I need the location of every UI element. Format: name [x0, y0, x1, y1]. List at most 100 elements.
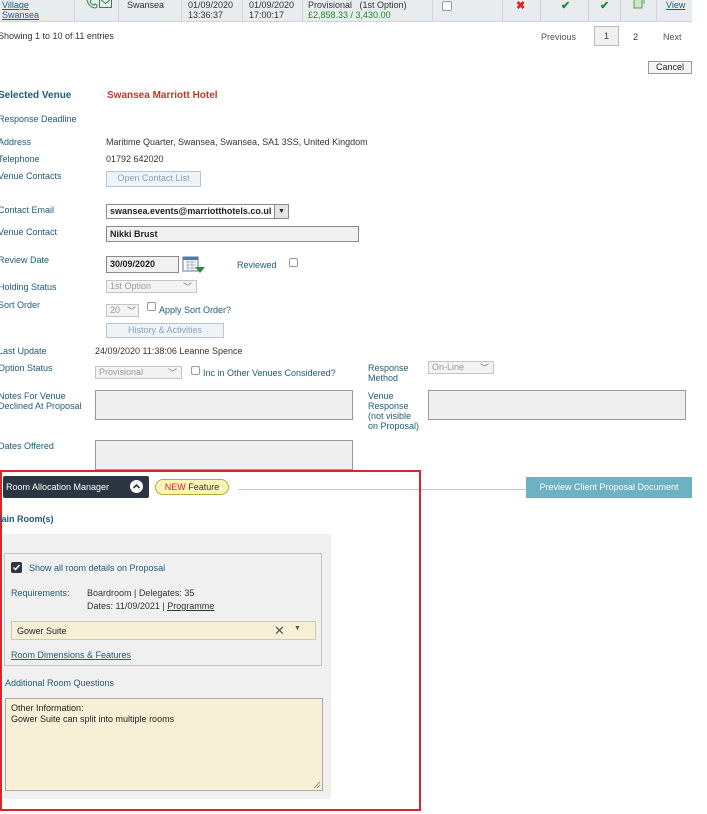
option-text: (1st Option) [359, 0, 407, 10]
response-method-label-line1: Response [368, 363, 409, 373]
venue-response-label-line4: on Proposal) [368, 421, 420, 431]
notes-declined-label-line1: Notes For Venue [0, 391, 66, 401]
resize-handle-icon[interactable] [313, 781, 321, 789]
dates-offered-textarea[interactable] [95, 440, 353, 470]
phone-icon[interactable] [86, 0, 98, 11]
room-allocation-manager-title: Room Allocation Manager [6, 482, 110, 492]
inc-other-checkbox[interactable] [191, 366, 200, 375]
amount-text: £2,858.33 / 3,430.00 [308, 10, 391, 20]
column-divider [656, 0, 657, 21]
holding-status-select: 1st Option ﹀ [106, 280, 197, 293]
dates-offered-label: Dates Offered [0, 441, 54, 451]
column-divider [74, 0, 75, 21]
review-date-input[interactable]: 30/09/2020 [106, 256, 179, 273]
response-method-value: On-Line [432, 362, 465, 372]
option-status-value: Provisional [99, 367, 144, 377]
reject-icon[interactable]: ✖ [516, 0, 525, 12]
preview-client-proposal-button[interactable]: Preview Client Proposal Document [526, 477, 692, 498]
column-divider [181, 0, 182, 21]
cancel-button[interactable]: Cancel [648, 61, 692, 74]
venue-name-line2: Swansea [2, 10, 40, 20]
calendar-icon[interactable] [182, 255, 206, 277]
contact-email-label: Contact Email [0, 205, 55, 215]
venue-table-row: Village Swansea Swansea 01/09/2020 13:36… [0, 0, 692, 22]
sort-order-label: Sort Order [0, 300, 41, 310]
venue-contact-label: Venue Contact [0, 227, 58, 237]
requirements-label: Requirements: [11, 588, 70, 598]
accept-icon[interactable]: ✔ [561, 0, 570, 12]
dropdown-arrow-icon[interactable]: ▼ [294, 625, 301, 632]
last-update-label: Last Update [0, 346, 47, 356]
feature-badge-text: Feature [185, 482, 220, 492]
open-contact-list-button[interactable]: Open Contact List [106, 171, 201, 187]
holding-status-value: 1st Option [110, 281, 152, 291]
pagination-previous[interactable]: Previous [541, 32, 576, 42]
column-divider [432, 0, 433, 21]
reviewed-checkbox[interactable] [289, 258, 298, 267]
room-select[interactable]: Gower Suite ✕ ▼ [11, 621, 316, 640]
notes-declined-label: Notes For Venue Declined At Proposal [0, 391, 82, 411]
venue-response-label: Venue Response (not visible on Proposal) [368, 391, 419, 431]
pagination-page-1[interactable]: 1 [594, 26, 619, 46]
review-date-label: Review Date [0, 255, 50, 265]
contact-email-select[interactable]: swansea.events@marriotthotels.co.ul ▼ [106, 204, 289, 219]
time-from: 13:36:37 [188, 10, 224, 20]
date-from: 01/09/2020 [188, 0, 234, 10]
time-to: 17:00:17 [249, 10, 285, 20]
column-divider [302, 0, 303, 21]
notes-declined-textarea[interactable] [95, 390, 353, 420]
address-value: Maritime Quarter, Swansea, Swansea, SA1 … [106, 137, 368, 147]
email-icon[interactable] [99, 0, 112, 10]
venue-response-label-line1: Venue [368, 391, 394, 401]
history-activities-button[interactable]: History & Activities [106, 323, 224, 338]
dates-line: Dates: 11/09/2021 | Programme [87, 601, 214, 611]
notes-declined-label-line2: Declined At Proposal [0, 401, 82, 411]
response-deadline-label: Response Deadline [0, 114, 77, 124]
option-status-select: Provisional ﹀ [95, 366, 182, 379]
column-divider [242, 0, 243, 21]
row-select-checkbox[interactable] [442, 1, 452, 11]
dates-text: Dates: 11/09/2021 | [87, 601, 168, 611]
venue-contacts-label: Venue Contacts [0, 171, 62, 181]
column-divider [540, 0, 541, 21]
other-info-line2: Gower Suite can split into multiple room… [11, 714, 175, 724]
venue-response-label-line3: (not visible [368, 411, 412, 421]
entries-info: Showing 1 to 10 of 11 entries [0, 31, 114, 41]
holding-status-label: Holding Status [0, 282, 57, 292]
document-icon[interactable] [633, 0, 645, 11]
additional-room-questions-label: Additional Room Questions [5, 678, 115, 688]
venue-contact-input[interactable]: Nikki Brust [106, 226, 359, 242]
show-all-checkbox[interactable] [11, 562, 22, 573]
address-label: Address [0, 137, 32, 147]
additional-info-textarea[interactable]: Other Information: Gower Suite can split… [5, 698, 323, 791]
other-info-line1: Other Information: [11, 703, 84, 713]
collapse-icon [130, 480, 143, 493]
room-allocation-manager-toggle[interactable]: Room Allocation Manager [3, 476, 149, 498]
pagination-page-2[interactable]: 2 [633, 32, 638, 42]
new-badge-text: NEW [164, 482, 186, 492]
new-feature-badge: NEW Feature [155, 479, 229, 495]
apply-sort-label: Apply Sort Order? [159, 305, 232, 315]
venue-response-textarea[interactable] [428, 390, 686, 420]
status-cell: Provisional (1st Option) £2,858.33 / 3,4… [308, 0, 407, 20]
confirm-icon[interactable]: ✔ [600, 0, 609, 12]
apply-sort-checkbox[interactable] [147, 302, 156, 311]
venue-name-link[interactable]: Village Swansea [2, 0, 39, 20]
telephone-label: Telephone [0, 154, 40, 164]
room-dimensions-link[interactable]: Room Dimensions & Features [11, 650, 131, 660]
chevron-down-icon: ﹀ [182, 282, 192, 292]
column-divider [502, 0, 503, 21]
date-to: 01/09/2020 [249, 0, 295, 10]
venue-name-line1: Village [2, 0, 29, 10]
pagination-next[interactable]: Next [663, 32, 682, 42]
telephone-value: 01792 642020 [106, 154, 164, 164]
clear-icon[interactable]: ✕ [274, 623, 285, 639]
response-method-label-line2: Method [368, 373, 399, 383]
show-all-label: Show all room details on Proposal [29, 563, 166, 573]
chevron-down-icon: ﹀ [126, 306, 136, 316]
programme-link[interactable]: Programme [167, 601, 214, 611]
contact-email-value: swansea.events@marriotthotels.co.ul [110, 206, 272, 216]
view-link[interactable]: View [666, 0, 685, 10]
sort-order-select[interactable]: 20 ﹀ [106, 304, 139, 317]
requirements-value: Boardroom | Delegates: 35 [87, 588, 195, 598]
